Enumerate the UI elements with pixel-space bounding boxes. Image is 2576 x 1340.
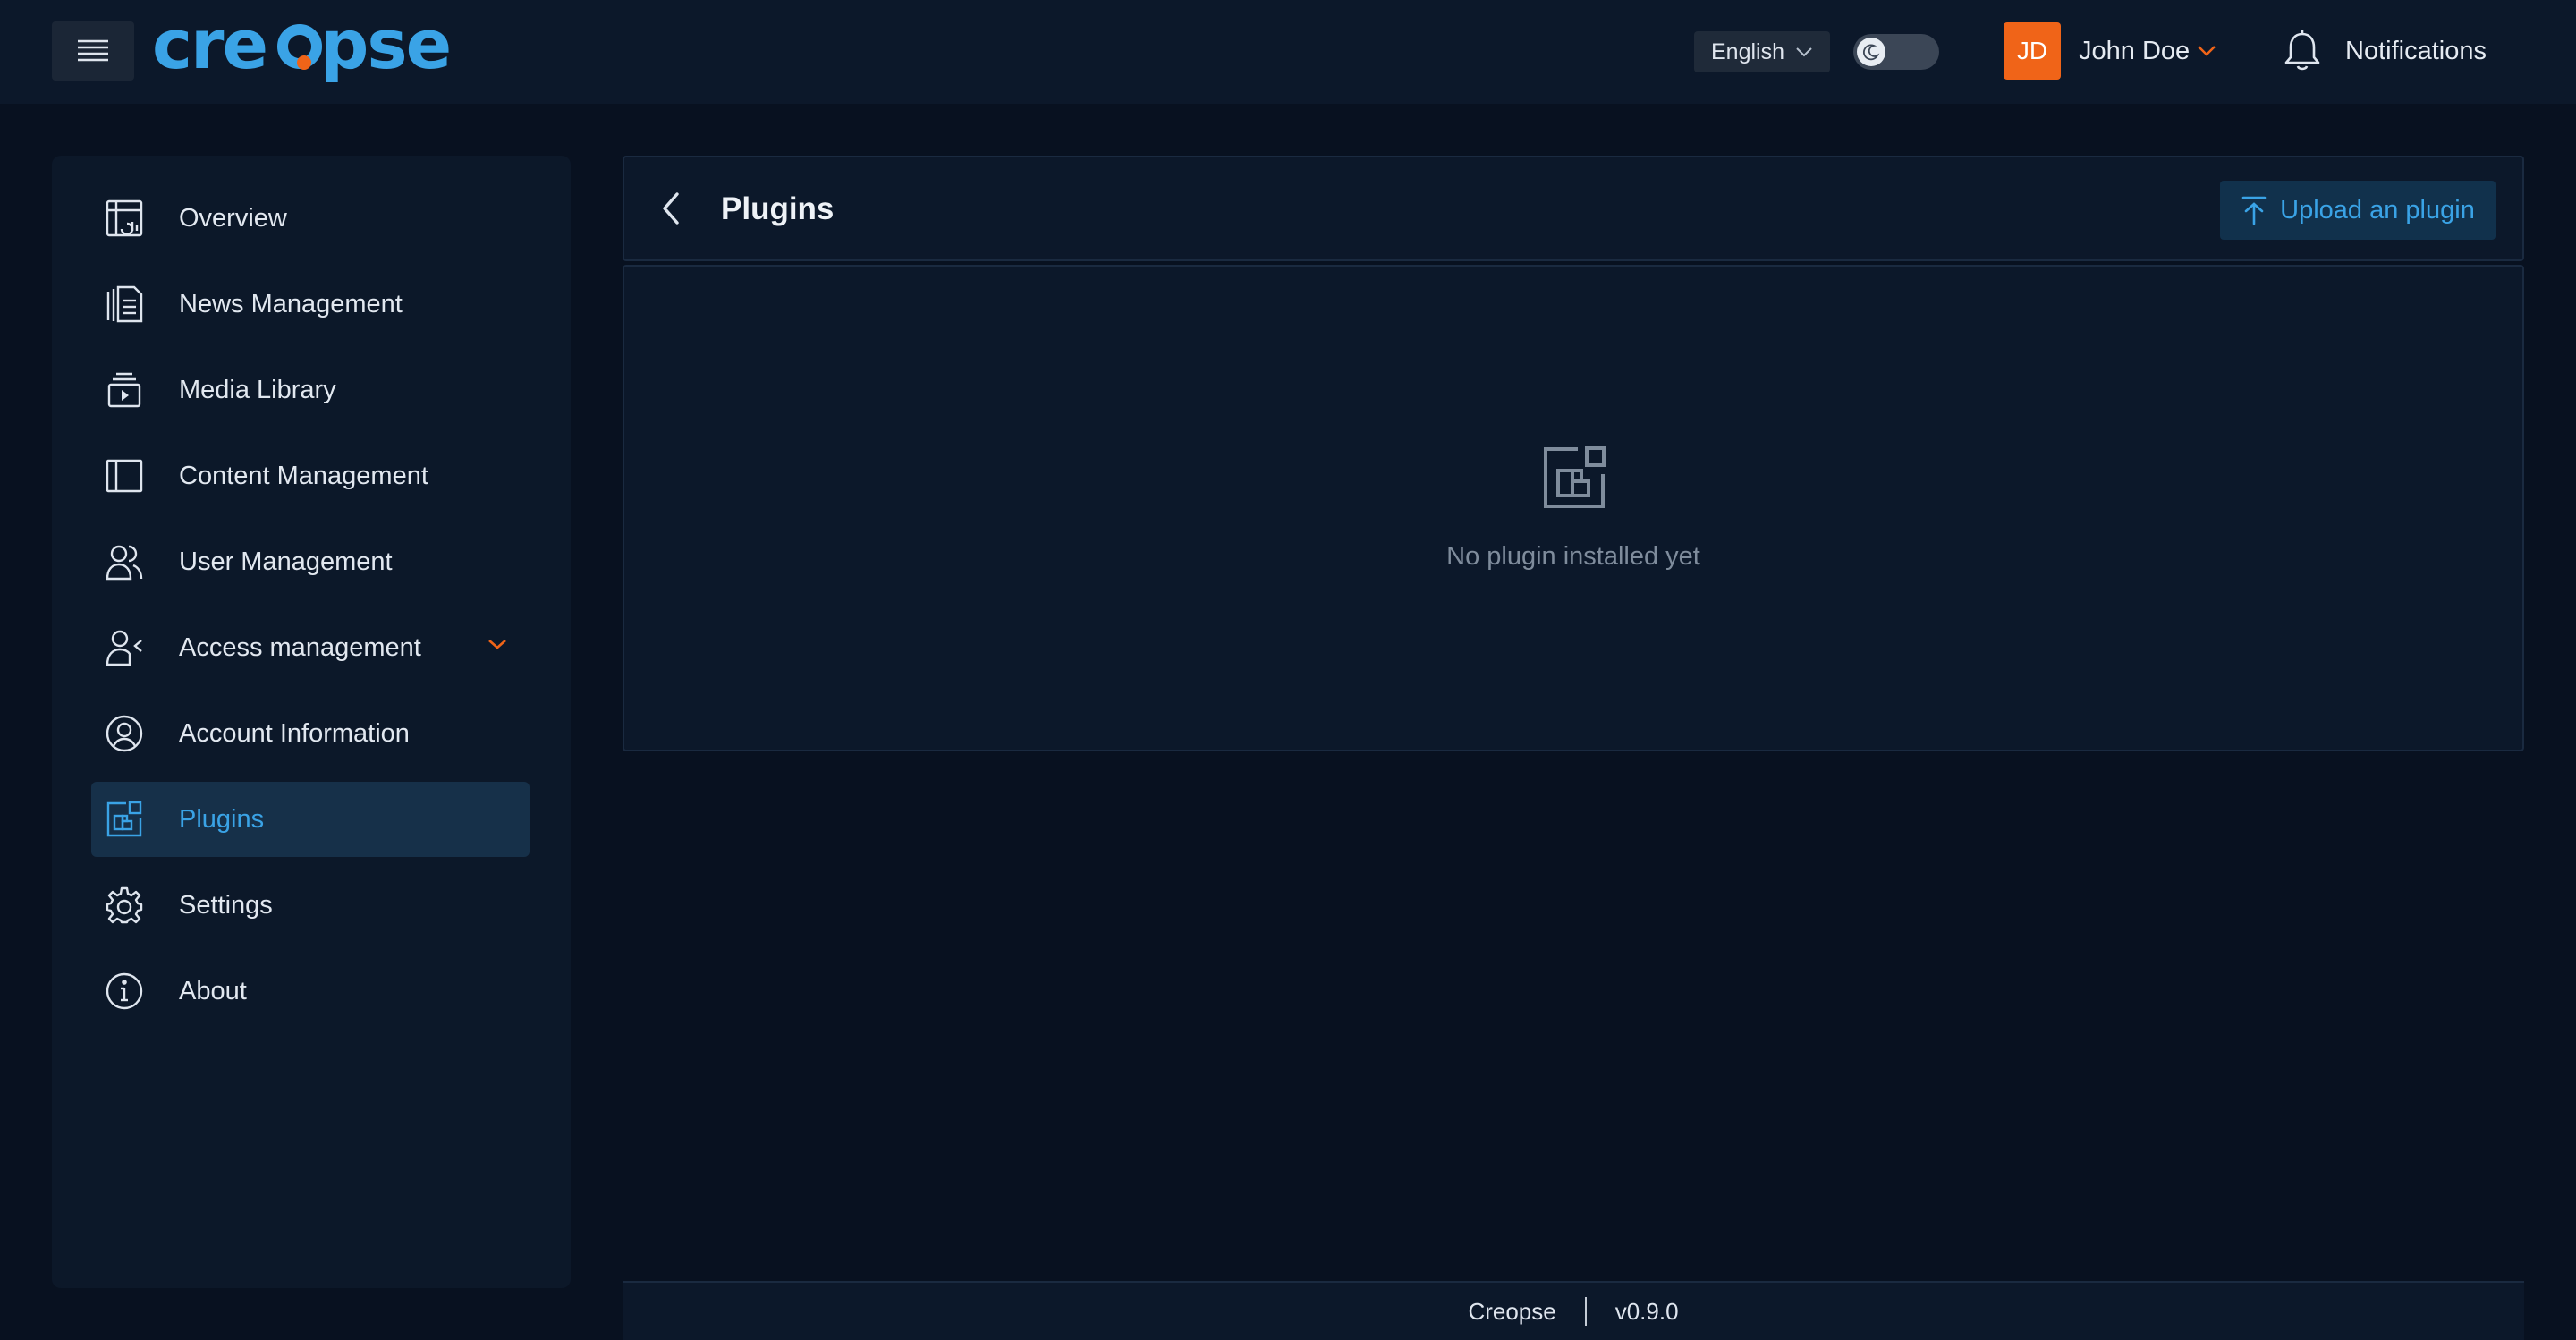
footer-version: v0.9.0 (1614, 1297, 1679, 1325)
plugins-list: No plugin installed yet (623, 265, 2524, 751)
sidebar-item-plugins[interactable]: Plugins (91, 782, 530, 857)
chevron-down-icon[interactable] (487, 637, 508, 651)
sidebar-item-about[interactable]: About (91, 954, 530, 1029)
sidebar-item-content[interactable]: Content Management (91, 438, 530, 513)
moon-icon (1862, 44, 1880, 61)
sidebar-item-label: User Management (179, 547, 393, 576)
back-button[interactable] (649, 188, 691, 229)
bell-icon (2284, 30, 2320, 71)
language-label: English (1711, 38, 1784, 64)
sidebar-item-label: Media Library (179, 375, 336, 404)
user-menu[interactable]: John Doe (2079, 32, 2216, 70)
content-icon (104, 455, 145, 496)
sidebar-item-settings[interactable]: Settings (91, 868, 530, 943)
chevron-down-icon (2198, 46, 2216, 56)
sidebar-item-label: Overview (179, 203, 287, 233)
plugins-icon (104, 799, 145, 840)
news-icon (104, 284, 145, 325)
page-title: Plugins (721, 191, 835, 226)
footer-divider (1584, 1297, 1587, 1326)
sidebar-item-label: Settings (179, 890, 273, 920)
upload-plugin-label: Upload an plugin (2280, 195, 2475, 225)
info-icon (104, 971, 145, 1012)
upload-icon (2241, 196, 2267, 225)
sidebar-item-label: Account Information (179, 718, 410, 748)
gear-icon (104, 885, 145, 926)
menu-button[interactable] (52, 21, 134, 81)
empty-state-text: No plugin installed yet (1446, 542, 1700, 571)
access-icon (104, 627, 145, 668)
avatar[interactable]: JD (2004, 22, 2061, 80)
sidebar-item-label: Access management (179, 632, 421, 662)
page-header: Plugins Upload an plugin (623, 156, 2524, 261)
account-icon (104, 713, 145, 754)
sidebar-item-news[interactable]: News Management (91, 267, 530, 342)
top-bar: cre pse English JD John Doe Notification… (0, 0, 2576, 104)
footer-app-name: Creopse (1468, 1297, 1556, 1325)
hamburger-icon (78, 39, 108, 62)
sidebar-item-label: Plugins (179, 804, 265, 834)
sidebar-item-media[interactable]: Media Library (91, 352, 530, 428)
avatar-initials: JD (2016, 37, 2048, 64)
sidebar: Overview News Management Media Library C… (52, 156, 571, 1288)
overview-icon (104, 198, 145, 239)
toggle-knob (1857, 38, 1885, 66)
upload-plugin-button[interactable]: Upload an plugin (2220, 181, 2496, 240)
svg-text:cre: cre (152, 9, 267, 84)
notifications-label: Notifications (2345, 36, 2487, 65)
sidebar-item-label: About (179, 976, 247, 1005)
theme-toggle[interactable] (1853, 34, 1939, 70)
chevron-left-icon (663, 192, 679, 225)
sidebar-item-overview[interactable]: Overview (91, 181, 530, 256)
creopse-logo: cre pse (152, 9, 452, 84)
footer: Creopse v0.9.0 (623, 1281, 2524, 1340)
sidebar-item-label: News Management (179, 289, 402, 318)
users-icon (104, 541, 145, 582)
notifications-button[interactable]: Notifications (2283, 27, 2487, 75)
logo[interactable]: cre pse (150, 9, 476, 95)
sidebar-item-label: Content Management (179, 461, 428, 490)
svg-text:pse: pse (320, 9, 450, 84)
language-select[interactable]: English (1694, 31, 1830, 72)
media-icon (104, 369, 145, 411)
plugins-empty-icon (1544, 446, 1606, 508)
user-name: John Doe (2079, 36, 2190, 65)
chevron-down-icon (1796, 47, 1812, 57)
sidebar-item-access[interactable]: Access management (91, 610, 530, 685)
sidebar-item-account[interactable]: Account Information (91, 696, 530, 771)
sidebar-item-users[interactable]: User Management (91, 524, 530, 599)
